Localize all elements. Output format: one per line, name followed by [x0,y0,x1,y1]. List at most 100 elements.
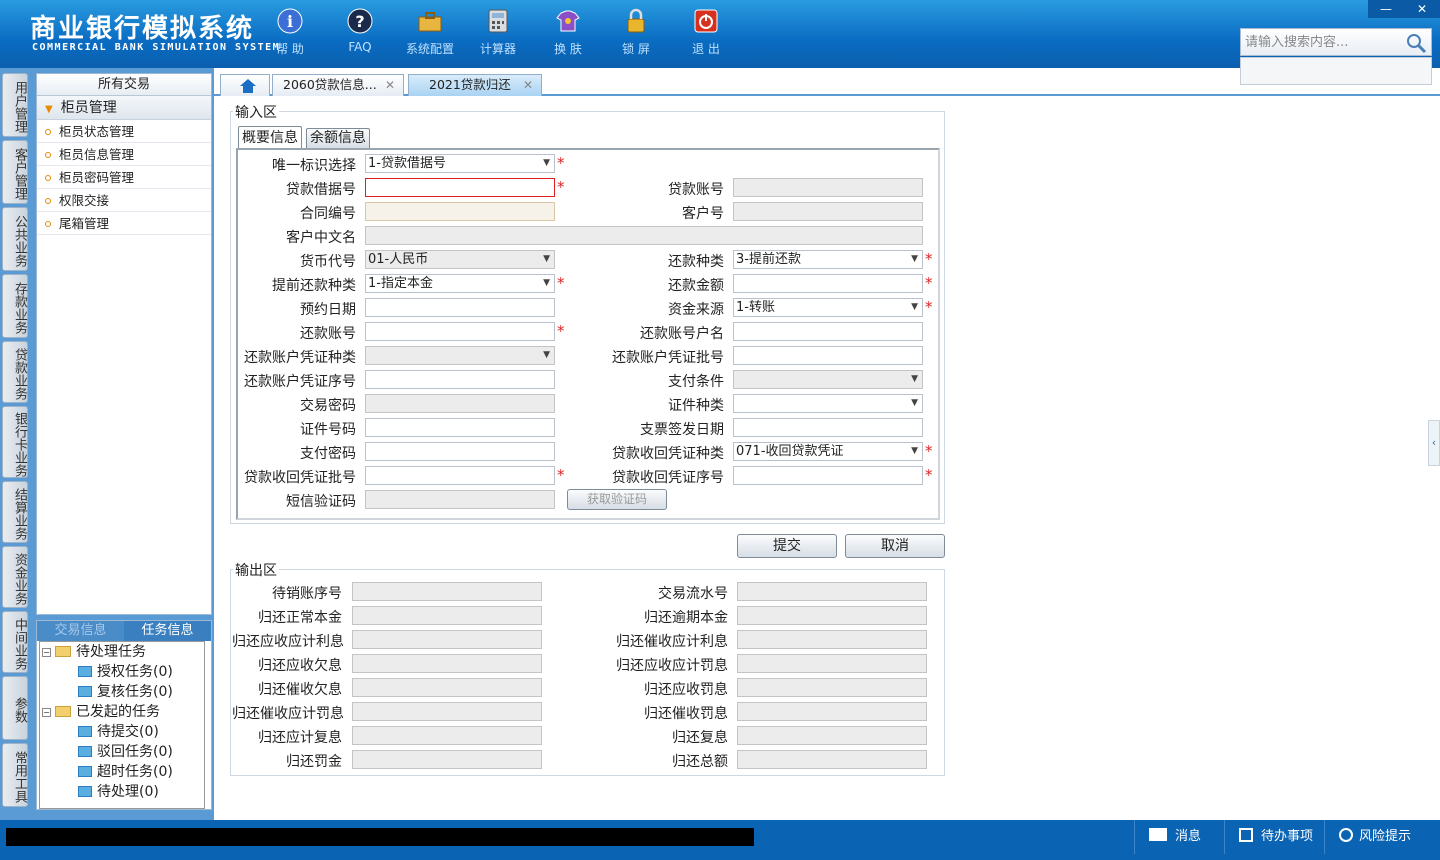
minimize-button[interactable]: — [1368,0,1404,18]
faq-button[interactable]: ? FAQ [330,8,390,54]
system-config-button[interactable]: 系统配置 [400,8,460,57]
app-title: 商业银行模拟系统 [30,14,255,44]
power-icon [693,8,719,34]
lock-screen-button[interactable]: 锁 屏 [606,8,666,57]
check-date-input[interactable] [733,418,923,437]
id-type-select[interactable]: ▼ [733,394,923,413]
id-no-input[interactable] [365,418,555,437]
vtab-fund-business[interactable]: 资金业务 [2,546,28,608]
tree-node-review[interactable]: 复核任务(0) [78,682,173,702]
vtab-bank-card-business[interactable]: 银行卡业务 [2,406,28,478]
app-subtitle: COMMERCIAL BANK SIMULATION SYSTEM [32,42,281,53]
output-label: 归还催收应计利息 [616,634,728,650]
vtab-common-tools[interactable]: 常用工具 [2,743,28,807]
collapse-icon[interactable]: − [42,708,51,717]
messages-button[interactable]: 消息 [1134,820,1224,854]
get-sms-code-button[interactable]: 获取验证码 [567,489,667,510]
dropdown-arrow-icon: ▼ [911,398,918,408]
repay-acct-input[interactable] [365,322,555,341]
search-input[interactable] [1241,29,1411,55]
close-tab-icon[interactable]: ✕ [385,75,395,95]
cust-name-input [365,226,923,245]
menu-item-teller-password[interactable]: 柜员密码管理 [37,166,211,189]
bullet-icon [45,152,51,158]
required-mark: * [925,298,933,316]
tree-node-to-process[interactable]: 待处理(0) [78,782,159,802]
dropdown-arrow-icon: ▼ [543,350,550,360]
vtab-settlement-business[interactable]: 结算业务 [2,481,28,543]
question-icon: ? [347,8,373,34]
recv-voucher-seq-label: 贷款收回凭证序号 [612,470,724,486]
recv-voucher-type-select[interactable]: 071-收回贷款凭证 ▼ [733,442,923,461]
currency-select[interactable]: 01-人民币 ▼ [365,250,555,269]
loan-no-input[interactable] [365,178,555,197]
tree-node-pending[interactable]: − 待处理任务 [42,642,146,662]
mail-icon [1149,828,1167,841]
close-window-button[interactable]: ✕ [1404,0,1440,18]
close-tab-icon[interactable]: ✕ [523,75,533,95]
menu-item-cash-box[interactable]: 尾箱管理 [37,212,211,235]
tree-node-authorization[interactable]: 授权任务(0) [78,662,173,682]
voucher-type-select[interactable]: ▼ [365,346,555,365]
fund-src-select[interactable]: 1-转账 ▼ [733,298,923,317]
repay-type-label: 还款种类 [668,254,724,270]
change-skin-button[interactable]: 换 肤 [538,8,598,57]
sms-code-input [365,490,555,509]
vtab-parameters[interactable]: 参数 [2,676,28,740]
search-icon[interactable] [1405,32,1427,54]
menu-item-permission-handover[interactable]: 权限交接 [37,189,211,212]
task-icon [78,786,92,797]
vtab-intermediary-business[interactable]: 中间业务 [2,611,28,673]
repay-acct-name-input[interactable] [733,322,923,341]
subtab-summary[interactable]: 概要信息 [238,126,302,148]
output-field [352,582,542,601]
pay-cond-select[interactable]: ▼ [733,370,923,389]
repay-type-select[interactable]: 3-提前还款 ▼ [733,250,923,269]
vtab-customer-management[interactable]: 客户管理 [2,140,28,204]
tab-task-info[interactable]: 任务信息 [124,621,211,641]
submit-button[interactable]: 提交 [737,534,837,558]
contract-input[interactable] [365,202,555,221]
cancel-button[interactable]: 取消 [845,534,945,558]
exit-button[interactable]: 退 出 [676,8,736,57]
subtab-balance[interactable]: 余额信息 [306,128,370,148]
vtab-loan-business[interactable]: 贷款业务 [2,341,28,403]
appt-date-input[interactable] [365,298,555,317]
vtab-user-management[interactable]: 用户管理 [2,73,28,137]
collapse-icon[interactable]: − [42,648,51,657]
task-tree: − 待处理任务 授权任务(0) 复核任务(0) − 已发起的任务 待提交(0) 驳回… [39,641,205,809]
tree-node-initiated[interactable]: − 已发起的任务 [42,702,160,722]
tab-home[interactable] [220,74,270,96]
menu-item-teller-status[interactable]: 柜员状态管理 [37,120,211,143]
risk-alert-button[interactable]: 风险提示 [1324,820,1440,854]
voucher-seq-input[interactable] [365,370,555,389]
recv-voucher-batch-input[interactable] [365,466,555,485]
tab-loan-info[interactable]: 2060贷款信息... ✕ [272,74,404,96]
tab-transaction-info[interactable]: 交易信息 [37,621,124,641]
tree-node-to-submit[interactable]: 待提交(0) [78,722,159,742]
tree-node-timeout[interactable]: 超时任务(0) [78,762,173,782]
menu-title[interactable]: 所有交易 [37,74,211,96]
menu-item-teller-info[interactable]: 柜员信息管理 [37,143,211,166]
voucher-type-label: 还款账户凭证种类 [244,350,356,366]
calculator-button[interactable]: 计算器 [468,8,528,57]
task-icon [78,686,92,697]
collapse-right-icon[interactable]: ‹ [1428,420,1440,466]
pay-pwd-input[interactable] [365,442,555,461]
output-label: 归还催收罚息 [644,706,728,722]
menu-group-teller-management[interactable]: ▼ 柜员管理 [37,96,211,120]
recv-voucher-seq-input[interactable] [733,466,923,485]
prepay-type-select[interactable]: 1-指定本金 ▼ [365,274,555,293]
repay-amt-input[interactable] [733,274,923,293]
uid-select[interactable]: 1-贷款借据号 ▼ [365,154,555,173]
voucher-batch-input[interactable] [733,346,923,365]
todo-button[interactable]: 待办事项 [1224,820,1324,854]
tab-loan-repayment[interactable]: 2021贷款归还 ✕ [408,74,542,96]
vtab-deposit-business[interactable]: 存款业务 [2,274,28,338]
vtab-public-business[interactable]: 公共业务 [2,207,28,271]
bullet-icon [45,221,51,227]
tree-node-rejected[interactable]: 驳回任务(0) [78,742,173,762]
help-button[interactable]: i 帮 助 [260,8,320,57]
shirt-icon [555,8,581,34]
required-mark: * [557,178,565,196]
